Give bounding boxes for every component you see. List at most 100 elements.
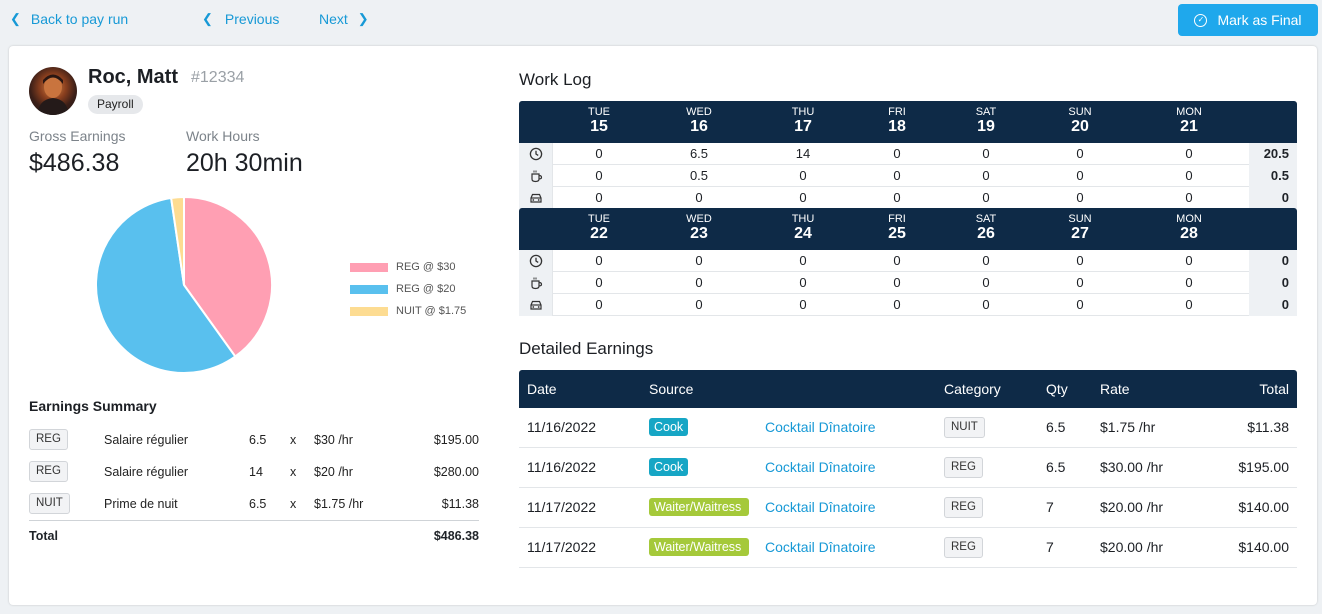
work-log-row: 0 0 0 0 0 0 0 0 <box>519 187 1297 209</box>
hours-cell[interactable]: 0 <box>1159 190 1219 205</box>
summary-desc: Salaire régulier <box>104 465 189 479</box>
hours-cell[interactable]: 0.5 <box>669 168 729 183</box>
back-to-pay-run-link[interactable]: ❮ Back to pay run <box>10 11 128 27</box>
summary-total-row: Total $486.38 <box>29 529 479 543</box>
hours-cell[interactable]: 0 <box>669 275 729 290</box>
hours-cell[interactable]: 0 <box>1050 168 1110 183</box>
hours-cell[interactable]: 0 <box>773 297 833 312</box>
day-name: SUN <box>1068 213 1092 225</box>
hours-cell[interactable]: 0 <box>1050 253 1110 268</box>
source-link[interactable]: Cocktail Dînatoire <box>765 419 876 435</box>
table-row: 11/16/2022 Cook Cocktail Dînatoire NUIT 6.5 $… <box>519 408 1297 448</box>
table-row: 11/16/2022 Cook Cocktail Dînatoire REG 6.5 $3… <box>519 448 1297 488</box>
row-rate: $1.75 /hr <box>1100 419 1156 435</box>
hours-cell[interactable]: 0 <box>569 190 629 205</box>
row-total: 0 <box>1249 272 1297 294</box>
hours-cell[interactable]: 0 <box>1050 190 1110 205</box>
hours-cell[interactable]: 0 <box>773 168 833 183</box>
clock-icon <box>519 250 553 272</box>
hours-cell[interactable]: 14 <box>773 146 833 161</box>
day-date: 20 <box>1071 118 1089 135</box>
day-name: FRI <box>888 213 906 225</box>
day-header: SUN 27 <box>1050 213 1110 242</box>
day-date: 16 <box>690 118 708 135</box>
hours-cell[interactable]: 0 <box>569 253 629 268</box>
earnings-summary-title: Earnings Summary <box>29 398 157 414</box>
day-header: FRI 18 <box>867 106 927 135</box>
hours-cell[interactable]: 0 <box>669 253 729 268</box>
hours-cell[interactable]: 0 <box>1159 168 1219 183</box>
hours-cell[interactable]: 0 <box>867 146 927 161</box>
row-total: $11.38 <box>1247 419 1289 435</box>
summary-amount: $11.38 <box>441 497 479 511</box>
work-log-week: TUE 15 WED 16 THU 17 FRI 18 SAT 19 SUN 20 MON 21 0 6.5 1… <box>519 101 1297 209</box>
summary-times: x <box>290 497 297 511</box>
summary-times: x <box>290 433 297 447</box>
source-link[interactable]: Cocktail Dînatoire <box>765 539 876 555</box>
hours-cell[interactable]: 0 <box>773 253 833 268</box>
row-total: $195.00 <box>1238 459 1289 475</box>
hours-cell[interactable]: 0 <box>669 297 729 312</box>
category-tag: NUIT <box>944 417 985 438</box>
row-total: $140.00 <box>1238 499 1289 515</box>
hours-cell[interactable]: 0 <box>569 168 629 183</box>
chevron-left-icon: ❮ <box>10 11 21 26</box>
hours-cell[interactable]: 0 <box>867 275 927 290</box>
row-qty: 7 <box>1046 499 1054 515</box>
hours-cell[interactable]: 0 <box>1050 146 1110 161</box>
hours-cell[interactable]: 0 <box>1050 297 1110 312</box>
col-total: Total <box>1259 381 1289 397</box>
summary-rate: $30 /hr <box>314 433 353 447</box>
car-icon <box>519 187 553 209</box>
source-link[interactable]: Cocktail Dînatoire <box>765 459 876 475</box>
legend-item[interactable]: REG @ $30 <box>350 256 466 278</box>
hours-cell[interactable]: 0 <box>867 190 927 205</box>
col-category: Category <box>944 381 1001 397</box>
hours-cell[interactable]: 0 <box>569 146 629 161</box>
row-qty: 6.5 <box>1046 459 1066 475</box>
hours-cell[interactable]: 0 <box>773 275 833 290</box>
mark-as-final-button[interactable]: ✓ Mark as Final <box>1178 4 1318 36</box>
hours-cell[interactable]: 0 <box>1159 146 1219 161</box>
top-bar: ❮ Back to pay run ❮ Previous Next ❯ ✓ Ma… <box>0 0 1322 40</box>
hours-cell[interactable]: 0 <box>569 297 629 312</box>
hours-cell[interactable]: 0 <box>956 275 1016 290</box>
day-date: 23 <box>690 225 708 242</box>
work-log-week: TUE 22 WED 23 THU 24 FRI 25 SAT 26 SUN 27 MON 28 0 0 0 0 0… <box>519 208 1297 316</box>
pie-legend: REG @ $30 REG @ $20 NUIT @ $1.75 <box>350 256 466 322</box>
hours-cell[interactable]: 0 <box>956 253 1016 268</box>
hours-cell[interactable]: 0 <box>867 297 927 312</box>
day-header: SUN 20 <box>1050 106 1110 135</box>
summary-qty: 6.5 <box>249 497 267 511</box>
day-name: WED <box>686 213 712 225</box>
row-qty: 7 <box>1046 539 1054 555</box>
previous-link[interactable]: ❮ Previous <box>202 11 279 27</box>
summary-amount: $280.00 <box>433 465 479 479</box>
hours-cell[interactable]: 6.5 <box>669 146 729 161</box>
legend-swatch <box>350 284 388 294</box>
hours-cell[interactable]: 0 <box>956 168 1016 183</box>
next-link[interactable]: Next ❯ <box>319 11 369 27</box>
legend-label: REG @ $20 <box>396 283 456 295</box>
legend-item[interactable]: REG @ $20 <box>350 278 466 300</box>
hours-cell[interactable]: 0 <box>1050 275 1110 290</box>
hours-cell[interactable]: 0 <box>956 146 1016 161</box>
hours-cell[interactable]: 0 <box>867 168 927 183</box>
hours-cell[interactable]: 0 <box>956 297 1016 312</box>
summary-row: REG Salaire régulier 14 x $20 /hr $280.00 <box>29 461 479 483</box>
source-link[interactable]: Cocktail Dînatoire <box>765 499 876 515</box>
hours-cell[interactable]: 0 <box>867 253 927 268</box>
hours-cell[interactable]: 0 <box>773 190 833 205</box>
hours-cell[interactable]: 0 <box>569 275 629 290</box>
hours-cell[interactable]: 0 <box>1159 253 1219 268</box>
day-name: WED <box>686 106 712 118</box>
hours-cell[interactable]: 0 <box>1159 275 1219 290</box>
group-badge: Payroll <box>88 95 143 114</box>
day-name: MON <box>1176 106 1202 118</box>
day-header: TUE 15 <box>569 106 629 135</box>
legend-item[interactable]: NUIT @ $1.75 <box>350 300 466 322</box>
hours-cell[interactable]: 0 <box>1159 297 1219 312</box>
category-tag: NUIT <box>29 493 70 514</box>
hours-cell[interactable]: 0 <box>956 190 1016 205</box>
hours-cell[interactable]: 0 <box>669 190 729 205</box>
